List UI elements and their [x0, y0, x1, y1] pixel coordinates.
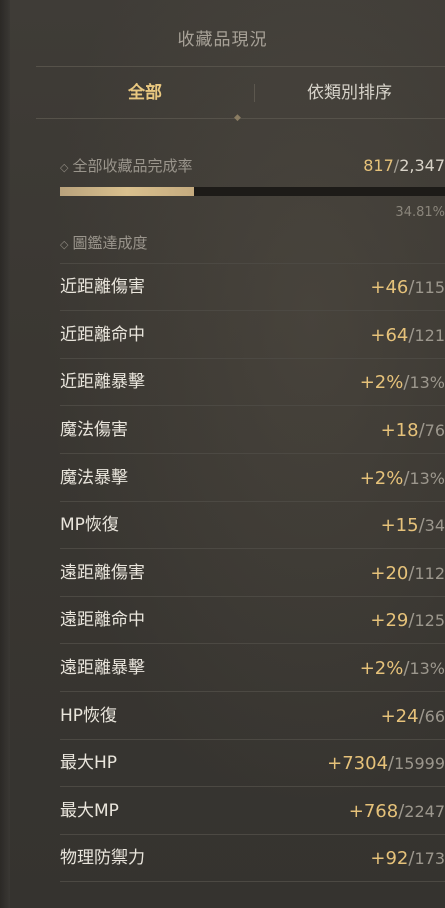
diamond-outline-icon: ◇	[60, 238, 69, 251]
stat-row: 遠距離傷害 +20/112	[60, 550, 445, 597]
stat-value: +15/34	[380, 515, 445, 536]
stat-value: +29/125	[370, 610, 445, 631]
stat-bonus: +15	[380, 515, 419, 536]
codex-label: 圖鑑達成度	[72, 234, 148, 252]
stat-row: 最大HP +7304/15999	[60, 740, 445, 787]
stat-bonus: +768	[348, 801, 399, 822]
stat-value: +768/2247	[348, 801, 445, 822]
row-divider	[60, 405, 445, 406]
stat-value: +2%/13%	[359, 468, 445, 489]
stat-bonus: +24	[380, 706, 419, 727]
stat-max: 66	[424, 707, 445, 726]
stat-name: 最大MP	[60, 801, 119, 821]
stat-value: +64/121	[370, 325, 445, 346]
stat-value: +18/76	[380, 420, 445, 441]
ornament-icon: ◆	[234, 113, 241, 123]
codex-section-label: ◇ 圖鑑達成度	[60, 231, 147, 255]
stat-max: 13%	[409, 659, 445, 678]
stat-row: 物理防禦力 +92/173	[60, 835, 445, 882]
stat-value: +92/173	[370, 848, 445, 869]
completion-progress-bar	[60, 187, 445, 196]
stat-max: 34	[424, 516, 445, 535]
stat-row: 遠距離暴擊 +2%/13%	[60, 645, 445, 692]
stat-name: 近距離命中	[60, 325, 145, 345]
stat-bonus: +20	[370, 563, 409, 584]
stat-max: 13%	[409, 469, 445, 488]
stat-row: 近距離傷害 +46/115	[60, 264, 445, 311]
stat-row: 近距離暴擊 +2%/13%	[60, 359, 445, 406]
stat-name: 近距離暴擊	[60, 372, 145, 392]
stat-row: 遠距離命中 +29/125	[60, 597, 445, 644]
row-divider	[60, 643, 445, 644]
stat-value: +24/66	[380, 706, 445, 727]
stat-row: 魔法傷害 +18/76	[60, 407, 445, 454]
stat-name: 遠距離暴擊	[60, 658, 145, 678]
total-count: 2,347	[399, 156, 445, 175]
stat-name: 最大HP	[60, 753, 118, 773]
stat-bonus: +18	[380, 420, 419, 441]
title-divider	[36, 66, 445, 67]
stat-bonus: +2%	[359, 372, 404, 393]
stat-bonus: +2%	[359, 658, 404, 679]
stat-bonus: +7304	[327, 753, 389, 774]
stat-value: +7304/15999	[327, 753, 445, 774]
stat-name: HP恢復	[60, 706, 118, 726]
stat-row: HP恢復 +24/66	[60, 693, 445, 740]
stat-max: 173	[414, 849, 445, 868]
stat-bonus: +64	[370, 325, 409, 346]
diamond-outline-icon: ◇	[60, 161, 69, 174]
stat-bonus: +29	[370, 610, 409, 631]
stat-max: 13%	[409, 373, 445, 392]
stat-value: +2%/13%	[359, 658, 445, 679]
stat-bonus: +2%	[359, 468, 404, 489]
tab-bar: 全部 依類別排序	[36, 74, 445, 112]
row-divider	[60, 691, 445, 692]
stat-value: +46/115	[370, 277, 445, 298]
stat-name: 遠距離命中	[60, 610, 145, 630]
stat-bonus: +46	[370, 277, 409, 298]
stat-max: 112	[414, 564, 445, 583]
stat-max: 121	[414, 326, 445, 345]
row-divider	[60, 310, 445, 311]
tab-all[interactable]: 全部	[36, 74, 254, 112]
completion-label: 全部收藏品完成率	[72, 157, 193, 175]
stat-name: MP恢復	[60, 515, 119, 535]
completion-section-label: ◇ 全部收藏品完成率	[60, 154, 192, 178]
stat-name: 遠距離傷害	[60, 563, 145, 583]
stat-max: 115	[414, 278, 445, 297]
row-divider	[60, 548, 445, 549]
stat-row: 魔法暴擊 +2%/13%	[60, 455, 445, 502]
stat-bonus: +92	[370, 848, 409, 869]
stat-max: 15999	[394, 754, 445, 773]
stat-max: 2247	[404, 802, 445, 821]
completion-count: 817/2,347	[363, 154, 445, 178]
completion-progress-fill	[60, 187, 195, 196]
collection-status-panel: 收藏品現況 全部 依類別排序 ◆ ◇ 全部收藏品完成率 817/2,347 34.…	[0, 0, 445, 908]
tab-sort-by-category[interactable]: 依類別排序	[254, 74, 445, 112]
stat-row: MP恢復 +15/34	[60, 502, 445, 549]
row-divider	[60, 786, 445, 787]
stat-name: 魔法暴擊	[60, 468, 128, 488]
stat-name: 物理防禦力	[60, 848, 145, 868]
stat-row: 近距離命中 +64/121	[60, 312, 445, 359]
panel-title: 收藏品現況	[177, 30, 268, 50]
stat-max: 76	[424, 421, 445, 440]
stat-value: +20/112	[370, 563, 445, 584]
completion-percent: 34.81%	[395, 205, 445, 220]
stat-row: 最大MP +768/2247	[60, 788, 445, 835]
stat-value: +2%/13%	[359, 372, 445, 393]
stat-name: 魔法傷害	[60, 420, 128, 440]
row-divider	[60, 881, 445, 882]
stat-max: 125	[414, 611, 445, 630]
collected-count: 817	[363, 156, 394, 175]
stat-name: 近距離傷害	[60, 277, 145, 297]
row-divider	[60, 453, 445, 454]
